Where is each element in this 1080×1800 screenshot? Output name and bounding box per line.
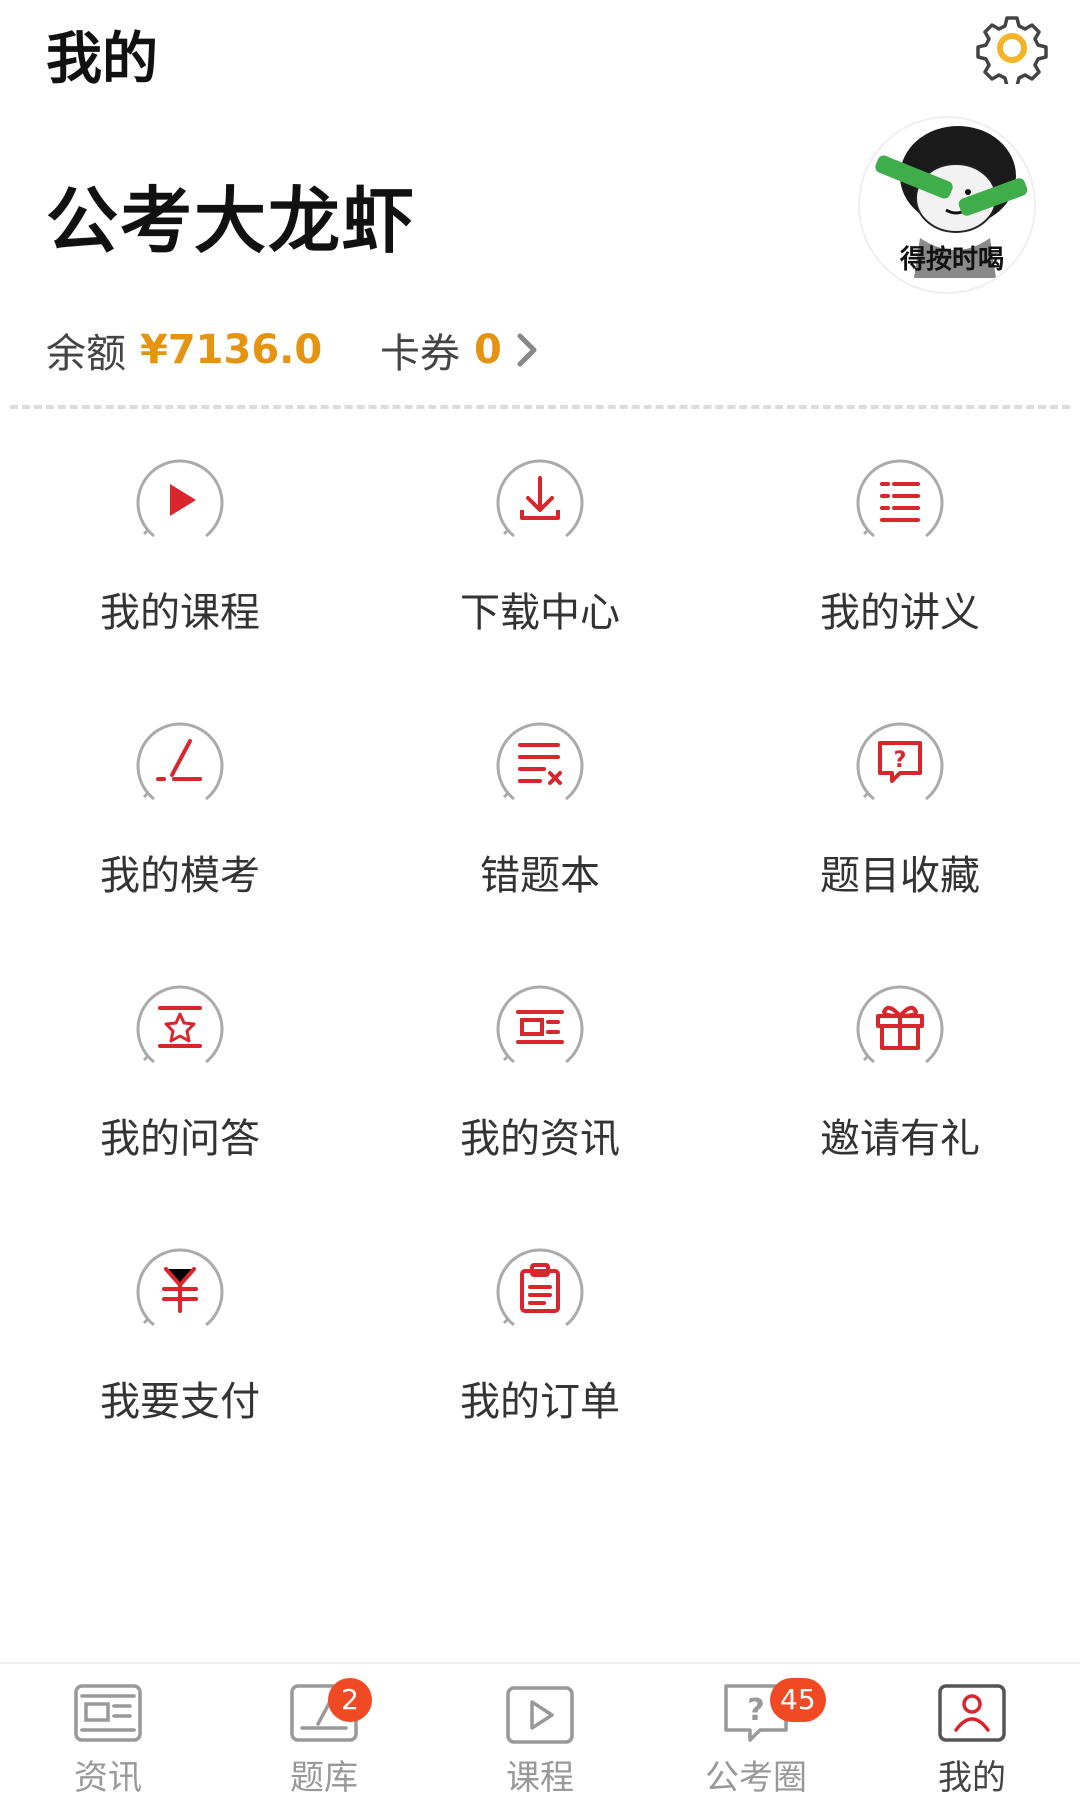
- menu-item-download-center[interactable]: 下载中心: [360, 440, 720, 690]
- username[interactable]: 公考大龙虾: [46, 162, 416, 267]
- menu-label: 邀请有礼: [820, 1116, 980, 1162]
- menu-label: 我的模考: [100, 853, 260, 899]
- coupon-value: 0: [474, 327, 502, 373]
- page-title: 我的: [46, 27, 158, 92]
- avatar-image: 得按时喝: [860, 118, 1034, 292]
- wrong-list-icon: [496, 722, 584, 801]
- menu-item-my-orders[interactable]: 我的订单: [360, 1229, 720, 1479]
- tab-profile[interactable]: 我的: [864, 1664, 1080, 1800]
- tab-badge: 45: [770, 1678, 826, 1722]
- star-doc-icon: [136, 985, 224, 1064]
- tab-courses[interactable]: 课程: [432, 1664, 648, 1800]
- gift-icon: [856, 985, 944, 1064]
- menu-item-my-handouts[interactable]: 我的讲义: [720, 440, 1080, 690]
- menu-label: 我的问答: [100, 1116, 260, 1162]
- tab-label: 题库: [290, 1758, 358, 1798]
- menu-label: 下载中心: [460, 590, 620, 636]
- tab-badge: 2: [328, 1678, 372, 1722]
- menu-item-invite-gift[interactable]: 邀请有礼: [720, 966, 1080, 1216]
- tab-label: 资讯: [74, 1758, 142, 1798]
- coupon-label: 卡券: [380, 331, 460, 377]
- tab-question-bank[interactable]: 2 题库: [216, 1664, 432, 1800]
- chevron-right-icon: [517, 333, 537, 367]
- balance-value: ¥7136.0: [140, 327, 323, 373]
- balance[interactable]: 余额 ¥7136.0: [46, 320, 322, 380]
- news-tab-icon: [74, 1684, 142, 1742]
- yuan-icon: [136, 1248, 224, 1327]
- avatar[interactable]: 得按时喝: [858, 116, 1036, 294]
- menu-label: 错题本: [480, 853, 600, 899]
- header: 我的: [0, 0, 1080, 110]
- dashed-divider: [10, 405, 1070, 409]
- menu-item-my-courses[interactable]: 我的课程: [0, 440, 360, 690]
- course-tab-icon: [506, 1686, 574, 1744]
- list-icon: [856, 459, 944, 538]
- question-bubble-icon: ?: [856, 722, 944, 801]
- bottom-tab-bar: 资讯 2 题库 课程 ? 45 公考圈 我的: [0, 1662, 1080, 1800]
- menu-item-wrong-questions[interactable]: 错题本: [360, 703, 720, 953]
- menu-item-make-payment[interactable]: 我要支付: [0, 1229, 360, 1479]
- balance-label: 余额: [46, 331, 126, 377]
- avatar-caption: 得按时喝: [899, 244, 1004, 275]
- svg-text:?: ?: [894, 748, 907, 773]
- settings-button[interactable]: [976, 12, 1048, 88]
- tab-label: 课程: [506, 1758, 574, 1798]
- profile-tab-icon: [938, 1684, 1006, 1742]
- menu-label: 我的讲义: [820, 590, 980, 636]
- coupon[interactable]: 卡券 0: [380, 320, 542, 380]
- pen-icon: [136, 722, 224, 801]
- menu-label: 我的订单: [460, 1379, 620, 1425]
- menu-item-question-favorites[interactable]: ? 题目收藏: [720, 703, 1080, 953]
- download-icon: [496, 459, 584, 538]
- menu-item-my-qa[interactable]: 我的问答: [0, 966, 360, 1216]
- svg-text:?: ?: [747, 1693, 764, 1728]
- tab-label: 我的: [938, 1758, 1006, 1798]
- menu-item-my-news[interactable]: 我的资讯: [360, 966, 720, 1216]
- tab-news[interactable]: 资讯: [0, 1664, 216, 1800]
- clipboard-icon: [496, 1248, 584, 1327]
- menu-item-my-mock-exams[interactable]: 我的模考: [0, 703, 360, 953]
- tab-community[interactable]: ? 45 公考圈: [648, 1664, 864, 1800]
- tab-label: 公考圈: [705, 1758, 807, 1798]
- gear-icon: [976, 16, 1048, 88]
- menu-label: 题目收藏: [820, 853, 980, 899]
- menu-label: 我的课程: [100, 590, 260, 636]
- menu-label: 我的资讯: [460, 1116, 620, 1162]
- menu-label: 我要支付: [100, 1379, 260, 1425]
- news-icon: [496, 985, 584, 1064]
- play-icon: [136, 459, 224, 538]
